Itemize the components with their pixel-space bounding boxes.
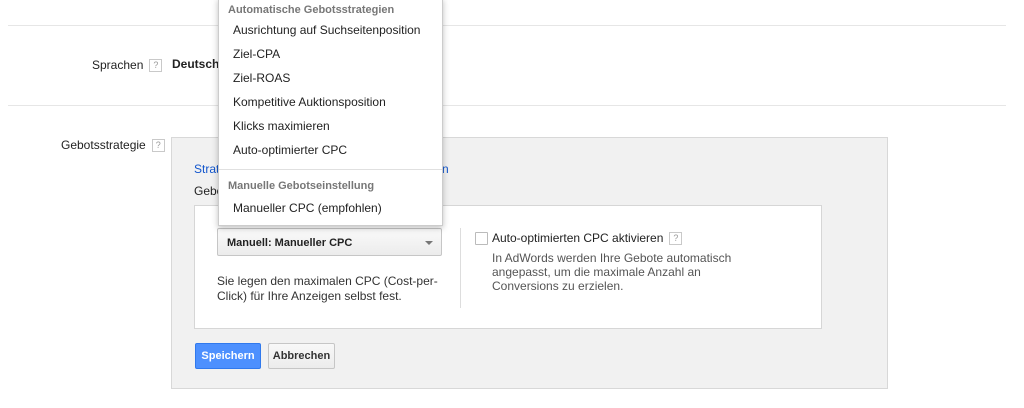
dropdown-item[interactable]: Kompetitive Auktionsposition	[219, 91, 442, 113]
auto-cpc-label-row: Auto-optimierten CPC aktivieren?	[492, 231, 683, 245]
dropdown-item[interactable]: Klicks maximieren	[219, 115, 442, 137]
dropdown-item[interactable]: Ziel-ROAS	[219, 67, 442, 89]
top-divider	[8, 25, 1006, 26]
auto-cpc-label[interactable]: Auto-optimierten CPC aktivieren	[492, 231, 663, 245]
auto-cpc-checkbox[interactable]	[475, 232, 488, 245]
languages-value: Deutsch	[172, 57, 220, 71]
languages-label-row: Sprachen?	[92, 58, 163, 72]
bid-strategy-label-row: Gebotsstrategie?	[61, 138, 165, 152]
dropdown-item[interactable]: Auto-optimierter CPC	[219, 139, 442, 161]
dropdown-group-header-manual: Manuelle Gebotseinstellung	[228, 180, 375, 192]
bid-strategy-dropdown-menu: Automatische Gebotsstrategien Ausrichtun…	[218, 0, 443, 226]
strategy-link-suffix[interactable]: n	[442, 162, 449, 176]
auto-cpc-description: In AdWords werden Ihre Gebote automatisc…	[492, 251, 732, 293]
bid-strategy-select-value: Manuell: Manueller CPC	[227, 237, 353, 249]
chevron-down-icon	[425, 241, 433, 245]
vertical-divider	[460, 228, 461, 308]
help-icon[interactable]: ?	[149, 59, 163, 72]
strategy-link[interactable]: Strat	[194, 162, 219, 176]
cancel-button[interactable]: Abbrechen	[268, 343, 335, 369]
manual-cpc-description: Sie legen den maximalen CPC (Cost-per-Cl…	[217, 274, 438, 303]
save-button[interactable]: Speichern	[195, 343, 261, 369]
bid-strategy-label: Gebotsstrategie	[61, 138, 146, 152]
bid-strategy-select[interactable]: Manuell: Manueller CPC	[217, 228, 442, 256]
help-icon[interactable]: ?	[151, 139, 165, 152]
languages-label: Sprachen	[92, 58, 144, 72]
dropdown-group-header-auto: Automatische Gebotsstrategien	[228, 4, 395, 16]
dropdown-item[interactable]: Ziel-CPA	[219, 43, 442, 65]
dropdown-item[interactable]: Manueller CPC (empfohlen)	[219, 197, 442, 219]
middle-divider	[8, 105, 1006, 106]
dropdown-item[interactable]: Ausrichtung auf Suchseitenposition	[219, 19, 442, 41]
help-icon[interactable]: ?	[669, 232, 683, 245]
dropdown-separator	[219, 169, 442, 170]
